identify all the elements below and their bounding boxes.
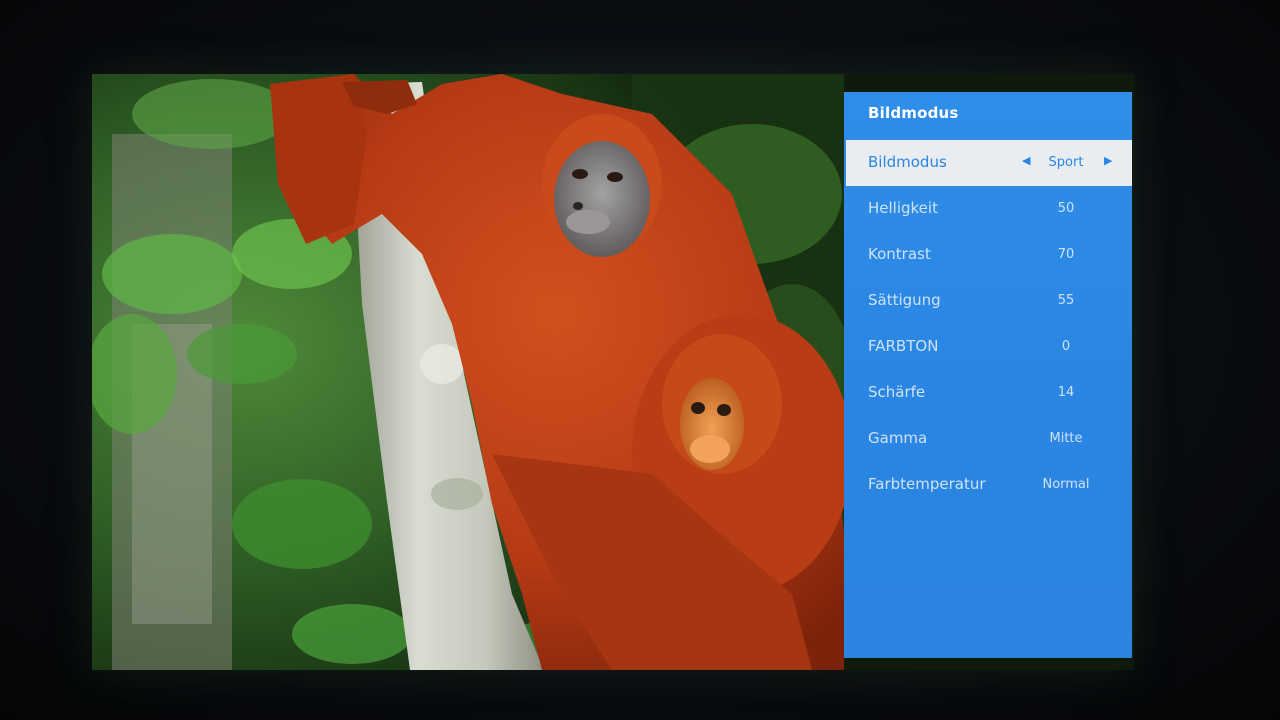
menu-item-label: FARBTON [868,337,939,355]
menu-title: Bildmodus [868,104,959,122]
triangle-right-icon[interactable]: ▶ [1104,154,1112,167]
menu-item-label: Sättigung [868,291,941,309]
menu-item-farbton[interactable]: FARBTON 0 [846,324,1132,370]
menu-item-gamma[interactable]: Gamma Mitte [846,416,1132,462]
menu-item-value: Mitte [1049,431,1083,446]
orangutan-photo-illustration [92,74,844,670]
menu-item-label: Gamma [868,429,928,447]
menu-item-label: Kontrast [868,245,931,263]
menu-item-value: 70 [1057,247,1075,262]
menu-item-value: 0 [1061,339,1071,354]
menu-item-bildmodus[interactable]: Bildmodus ◀ Sport ▶ [846,140,1132,186]
menu-item-value: 50 [1057,201,1075,216]
menu-item-value: Normal [1042,477,1090,492]
menu-item-label: Bildmodus [868,153,947,171]
picture-mode-menu: Bildmodus Bildmodus ◀ Sport ▶ Helligkeit… [844,92,1132,658]
menu-item-value: 55 [1057,293,1075,308]
menu-item-schaerfe[interactable]: Schärfe 14 [846,370,1132,416]
menu-item-label: Helligkeit [868,199,938,217]
menu-item-label: Farbtemperatur [868,475,986,493]
menu-item-saettigung[interactable]: Sättigung 55 [846,278,1132,324]
menu-item-value: 14 [1057,385,1075,400]
menu-item-label: Schärfe [868,383,926,401]
background-photo-orangutans [92,74,844,670]
menu-item-farbtemperatur[interactable]: Farbtemperatur Normal [846,462,1132,508]
menu-item-kontrast[interactable]: Kontrast 70 [846,232,1132,278]
projector-screen: Bildmodus Bildmodus ◀ Sport ▶ Helligkeit… [92,74,1134,670]
menu-item-helligkeit[interactable]: Helligkeit 50 [846,186,1132,232]
